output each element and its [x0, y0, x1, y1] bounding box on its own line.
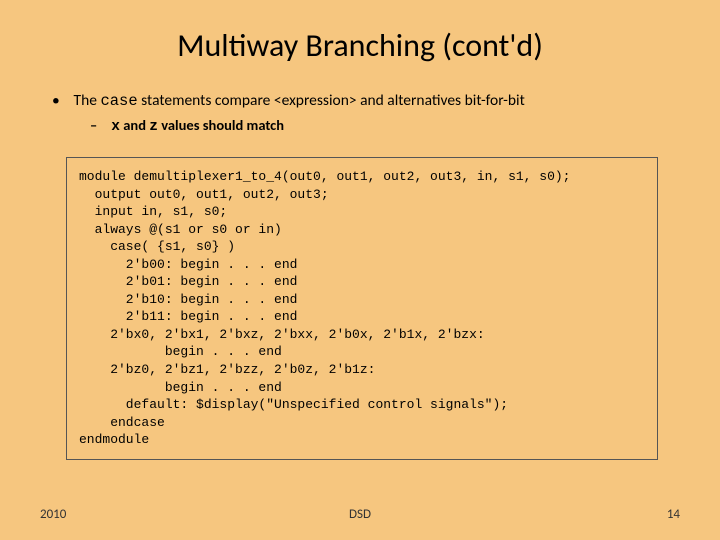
footer-year: 2010 — [40, 507, 66, 522]
slide-title: Multiway Branching (cont'd) — [40, 26, 680, 65]
bullet-sub: x and z values should match — [108, 116, 680, 135]
footer: 2010 DSD 14 — [0, 507, 720, 522]
bullet-main-text-1: The — [74, 91, 101, 110]
bullet-main-code: case — [100, 92, 137, 110]
bullet-sub-rest: values should match — [161, 116, 284, 134]
bullet-sub-and: and — [123, 116, 149, 134]
bullet-main: The case statements compare <expression>… — [70, 91, 680, 110]
code-block: module demultiplexer1_to_4(out0, out1, o… — [66, 157, 658, 460]
bullet-main-text-2: statements compare <expression> and alte… — [141, 91, 525, 110]
footer-page: 14 — [667, 507, 680, 522]
bullet-sub-x: x — [111, 119, 120, 135]
footer-center: DSD — [349, 507, 371, 522]
bullet-sub-z: z — [149, 119, 158, 135]
